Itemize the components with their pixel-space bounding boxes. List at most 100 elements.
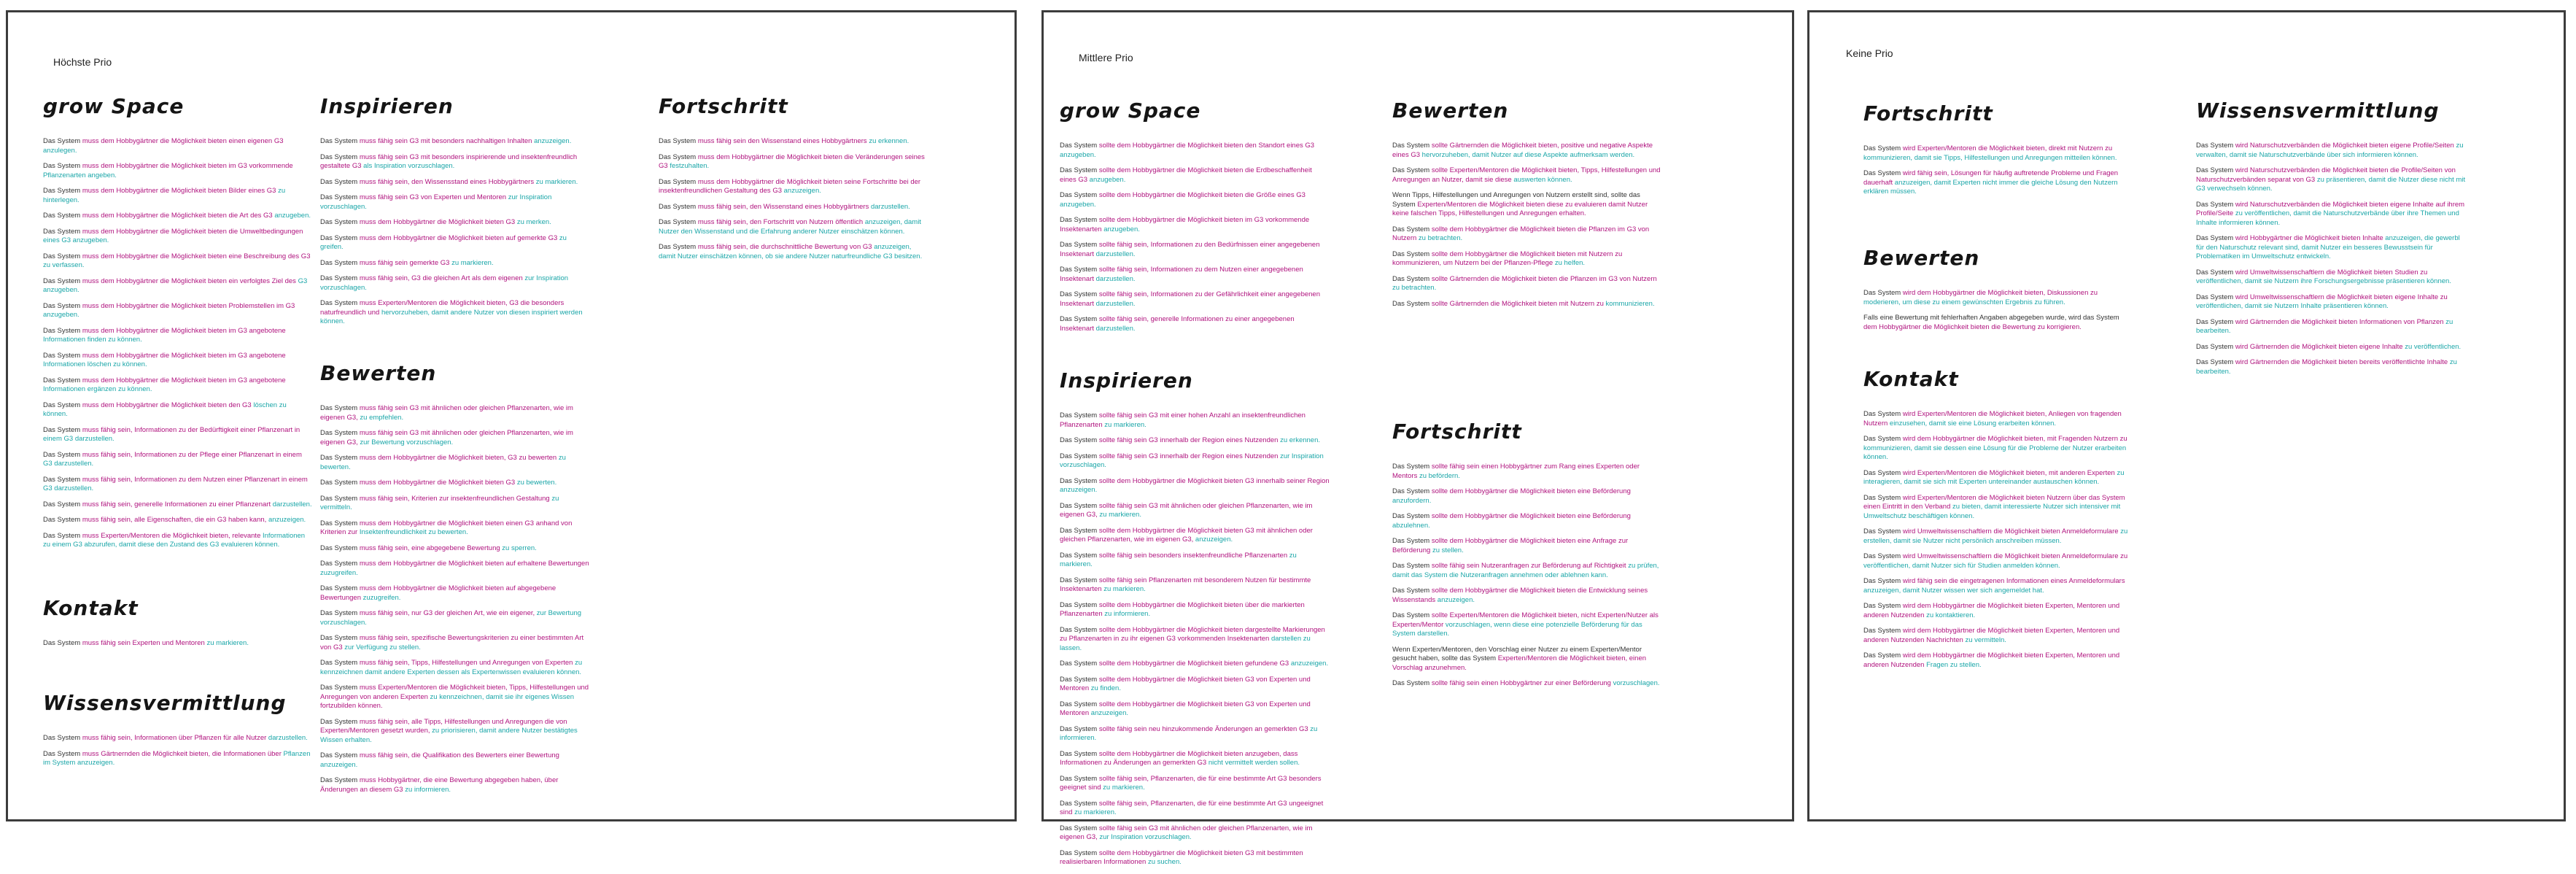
requirement-item: Das System muss fähig sein, Informatione… — [43, 734, 313, 743]
category-title: Kontakt — [43, 596, 139, 620]
requirement-condition: muss fähig sein, die durchschnittliche B… — [697, 243, 872, 251]
requirement-action: zu markieren. — [1104, 420, 1147, 429]
requirement-subject: Das System — [1863, 552, 1901, 560]
requirement-subject: Das System — [1060, 551, 1098, 560]
category-title: Bewerten — [1863, 246, 1980, 270]
requirement-item: Das System sollte fähig sein G3 innerhal… — [1060, 452, 1330, 471]
requirement-action: nicht vermittelt werden sollen. — [1208, 759, 1300, 767]
requirement-condition: muss fähig sein, nur G3 der gleichen Art… — [359, 609, 535, 617]
requirement-action: darzustellen. — [1095, 250, 1136, 258]
requirement-item: Das System wird Experten/Mentoren die Mö… — [1863, 494, 2133, 522]
section-fortschritt: Fortschritt Das System wird Experten/Men… — [1863, 101, 2155, 204]
requirement-item: Das System muss dem Hobbygärtner die Mög… — [43, 327, 313, 345]
requirement-action: Pflanzenarten angeben. — [43, 171, 117, 179]
requirement-condition: wird Experten/Mentoren die Möglichkeit b… — [1902, 144, 2113, 152]
requirement-subject: Das System — [1060, 315, 1098, 323]
requirement-item: Das System muss fähig sein, G3 die gleic… — [320, 274, 590, 293]
requirement-action: darzustellen. — [870, 202, 910, 211]
requirement-item: Das System muss fähig sein G3 mit ähnlic… — [320, 404, 590, 422]
requirement-condition: muss dem Hobbygärtner die Möglichkeit bi… — [359, 560, 589, 568]
requirement-condition: muss fähig sein G3 von Experten und Ment… — [359, 193, 507, 201]
requirement-condition: fortzubilden können. — [320, 702, 383, 710]
requirement-subject: Das System — [1060, 216, 1098, 224]
requirement-subject: Das System — [320, 751, 358, 759]
requirement-action: zu veröffentlichen, damit die Naturschut… — [2196, 209, 2459, 227]
requirement-subject: Das System — [1863, 289, 1901, 297]
requirement-item: Das System sollte dem Hobbygärtner die M… — [1060, 700, 1330, 719]
requirement-condition: muss dem Hobbygärtner die Möglichkeit bi… — [82, 326, 286, 335]
requirement-subject: Das System — [320, 717, 358, 726]
requirement-item: Das System muss dem Hobbygärtner die Mög… — [43, 376, 313, 395]
requirement-action: hervorzuheben, damit Nutzer auf diese As… — [1421, 150, 1635, 159]
requirement-subject: Das System — [43, 425, 81, 434]
requirement-subject: Das System — [1392, 679, 1430, 687]
prio-label: Höchste Prio — [53, 56, 112, 68]
board-hoechste-prio: Höchste Prio grow Space Das System muss … — [6, 10, 1017, 821]
section-wissensvermittlung: Wissensvermittlung Das System wird Natur… — [2196, 98, 2502, 383]
section-inspirieren: Inspirieren Das System sollte fähig sein… — [1060, 368, 1351, 874]
requirement-subject: Das System — [320, 634, 358, 642]
requirement-action: anzuzeigen, damit Nutzer wissen wer sich… — [1863, 586, 2044, 595]
requirement-condition: wird dem Hobbygärtner die Möglichkeit bi… — [1863, 651, 2120, 669]
item-list: Das System wird dem Hobbygärtner die Mög… — [1863, 289, 2155, 332]
requirement-subject: Das System — [1392, 562, 1430, 570]
requirement-item: Das System wird Umweltwissenschaftlern d… — [1863, 527, 2133, 546]
requirement-subject: Das System — [1392, 250, 1430, 258]
requirement-action: anzuzeigen. — [534, 137, 572, 145]
requirement-item: Das System muss fähig sein, eine abgegeb… — [320, 544, 590, 554]
item-list: Das System muss fähig sein G3 mit besond… — [320, 137, 597, 327]
requirement-subject: Das System — [2196, 142, 2234, 150]
requirement-item: Das System sollte dem Hobbygärtner die M… — [1060, 527, 1330, 545]
requirement-subject: Das System — [1392, 166, 1430, 174]
requirement-condition: muss fähig sein, den Wissensstand eines … — [359, 177, 535, 186]
requirement-condition: sollte fähig sein besonders insektenfreu… — [1098, 551, 1288, 560]
requirement-subject: Das System — [1863, 527, 1901, 535]
requirement-subject: Das System — [320, 137, 358, 145]
board-keine-prio: Keine Prio Fortschritt Das System wird E… — [1807, 10, 2566, 821]
requirement-action: zu betrachten. — [1418, 234, 1463, 242]
requirement-action: zu markieren. — [206, 639, 249, 647]
requirement-item: Falls eine Bewertung mit fehlerhaften An… — [1863, 314, 2133, 332]
requirement-item: Das System muss fähig sein, alle Eigensc… — [43, 516, 313, 525]
requirement-condition: muss dem Hobbygärtner die Möglichkeit bi… — [82, 351, 286, 360]
requirement-action: kommunizieren, damit sie Tipps, Hilfeste… — [1863, 153, 2117, 162]
requirement-item: Das System muss fähig sein, Informatione… — [43, 451, 313, 469]
requirement-item: Das System wird Naturschutzverbänden die… — [2196, 142, 2466, 160]
requirement-item: Das System muss dem Hobbygärtner die Mög… — [43, 162, 313, 180]
requirement-condition: sollte dem Hobbygärtner die Möglichkeit … — [1098, 660, 1289, 668]
requirement-subject: Das System — [43, 227, 81, 236]
requirement-item: Das System muss dem Hobbygärtner die Mög… — [43, 252, 313, 271]
category-title: Fortschritt — [1863, 101, 1993, 125]
requirement-subject: Das System — [1060, 799, 1098, 808]
requirement-item: Das System wird Gärtnernden die Möglichk… — [2196, 358, 2466, 376]
requirement-subject: Das System — [43, 252, 81, 260]
requirement-subject: Das System — [2196, 234, 2234, 242]
requirement-subject: Das System — [1060, 476, 1098, 485]
requirement-item: Das System muss fähig sein, den Fortschr… — [659, 218, 928, 236]
requirement-condition: sollte fähig sein Pflanzenarten mit beso… — [1060, 576, 1311, 594]
requirement-item: Das System muss dem Hobbygärtner die Mög… — [43, 137, 313, 155]
requirement-action: zuzugreifen. — [362, 593, 401, 602]
requirement-condition: muss Experten/Mentoren die Möglichkeit b… — [82, 531, 261, 540]
requirement-condition: muss fähig sein den Wissenstand eines Ho… — [697, 137, 867, 145]
requirement-action: zu informieren. — [1104, 610, 1151, 618]
section-wissensvermittlung: Wissensvermittlung Das System muss fähig… — [43, 691, 320, 775]
requirement-subject: Das System — [43, 401, 81, 409]
requirement-condition: muss fähig sein, den Fortschritt von Nut… — [697, 218, 864, 226]
requirement-item: Das System muss dem Hobbygärtner die Mög… — [659, 178, 928, 196]
requirement-subject: Das System — [2196, 268, 2234, 276]
requirement-condition: sollte dem Hobbygärtner die Möglichkeit … — [1392, 587, 1648, 604]
requirement-condition: wird Naturschutzverbänden die Möglichkei… — [2235, 142, 2454, 150]
section-fortschritt: Fortschritt Das System muss fähig sein d… — [659, 94, 936, 268]
requirement-condition: dem Hobbygärtner die Möglichkeit bieten … — [1863, 322, 2082, 331]
requirement-item: Das System sollte Experten/Mentoren die … — [1392, 611, 1662, 639]
requirement-condition: muss fähig sein, Informationen zu der Be… — [82, 425, 300, 434]
requirement-subject: Das System — [1863, 651, 1901, 660]
requirement-subject: Das System — [320, 429, 358, 437]
requirement-condition: muss fähig sein, eine abgegebene Bewertu… — [359, 544, 500, 552]
requirement-action: G3 darzustellen. — [43, 460, 94, 468]
requirement-subject: Das System — [43, 516, 81, 524]
requirement-item: Das System sollte dem Hobbygärtner die M… — [1392, 537, 1662, 555]
requirement-condition: sollte dem Hobbygärtner die Möglichkeit … — [1431, 487, 1631, 495]
requirement-action: zur Verfügung zu stellen. — [344, 643, 421, 651]
